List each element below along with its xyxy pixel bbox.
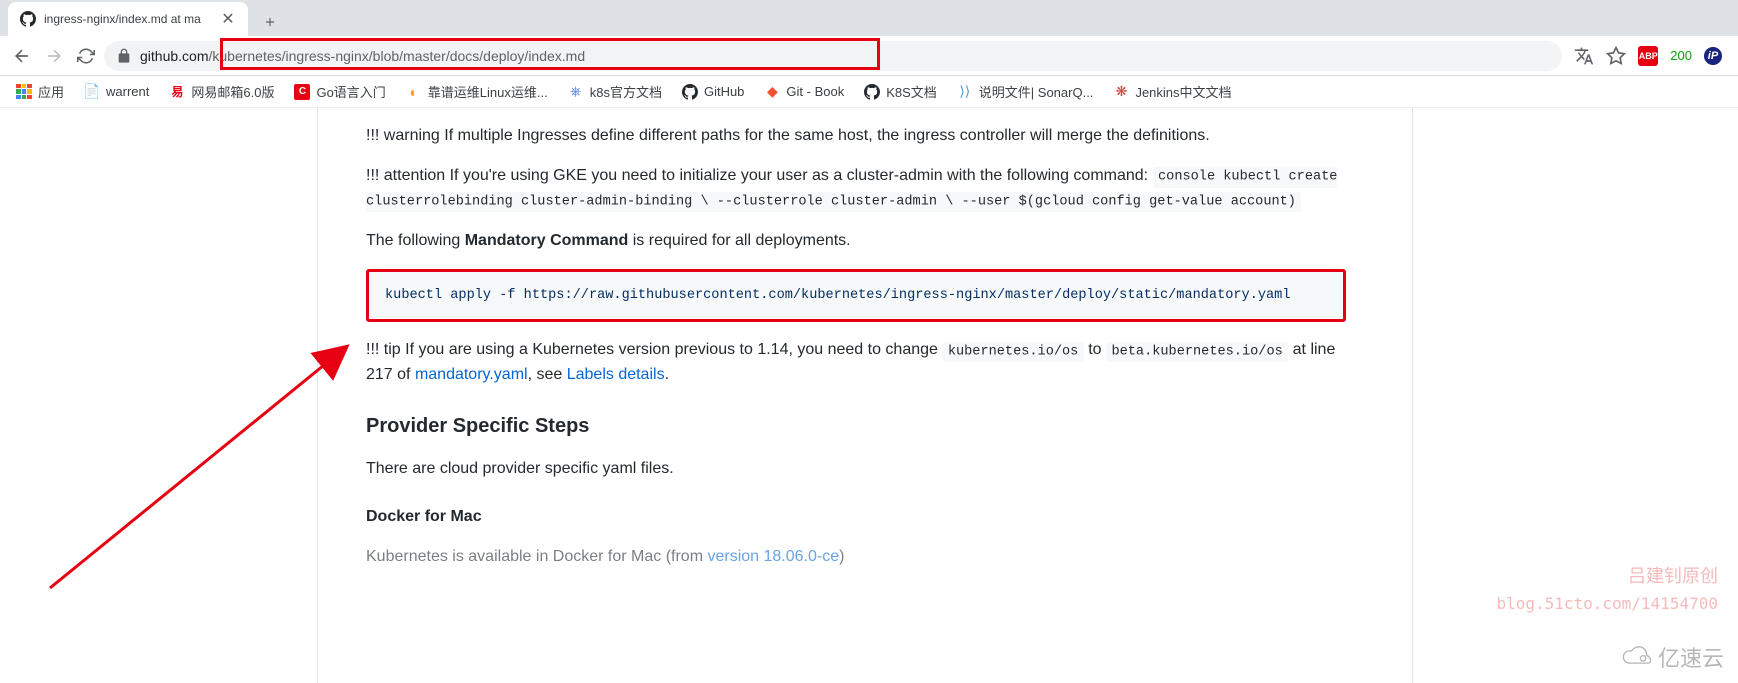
attention-paragraph: !!! attention If you're using GKE you ne… (366, 164, 1346, 213)
k8s-icon: ⎈ (568, 84, 584, 100)
code-text[interactable]: kubectl apply -f https://raw.githubuserc… (385, 288, 1291, 303)
bookmark-jenkins[interactable]: ❋Jenkins中文文档 (1105, 78, 1239, 105)
page-content: !!! warning If multiple Ingresses define… (0, 108, 1738, 683)
github-icon (682, 84, 698, 100)
browser-tab[interactable]: ingress-nginx/index.md at ma ✕ (8, 2, 248, 36)
star-icon[interactable] (1606, 46, 1626, 66)
inline-code: kubernetes.io/os (942, 342, 1083, 362)
tab-title: ingress-nginx/index.md at ma (44, 12, 212, 26)
git-icon: ◆ (764, 84, 780, 100)
link-mandatory-yaml[interactable]: mandatory.yaml (415, 366, 528, 383)
left-rail (0, 108, 318, 683)
netease-icon: 易 (169, 84, 185, 100)
inline-code: beta.kubernetes.io/os (1106, 342, 1288, 362)
tab-bar: ingress-nginx/index.md at ma ✕ (0, 0, 1738, 36)
browser-toolbar: github.com/kubernetes/ingress-nginx/blob… (0, 36, 1738, 76)
toolbar-right: ABP 200 iP (1566, 46, 1730, 66)
code-block-apply: kubectl apply -f https://raw.githubuserc… (366, 269, 1346, 323)
circle-icon: ◐ (406, 84, 422, 100)
bookmark-k8s[interactable]: ⎈k8s官方文档 (560, 78, 670, 105)
close-icon[interactable]: ✕ (220, 11, 236, 27)
github-icon (864, 84, 880, 100)
bookmark-git-book[interactable]: ◆Git - Book (756, 80, 852, 104)
docker-paragraph: Kubernetes is available in Docker for Ma… (366, 545, 1346, 569)
bookmark-github[interactable]: GitHub (674, 80, 752, 104)
bookmark-netease[interactable]: 易网易邮箱6.0版 (161, 78, 282, 105)
c-icon: C (294, 84, 310, 100)
ip-extension-icon[interactable]: iP (1704, 47, 1722, 65)
article-body: !!! warning If multiple Ingresses define… (366, 124, 1346, 569)
link-labels-details[interactable]: Labels details (567, 366, 665, 383)
sonar-icon: ⟩⟩ (957, 84, 973, 100)
apps-button[interactable]: 应用 (8, 78, 72, 105)
page-icon: 📄 (84, 84, 100, 100)
right-rail (1412, 108, 1738, 683)
extension-count: 200 (1670, 48, 1692, 63)
provider-text: There are cloud provider specific yaml f… (366, 457, 1346, 481)
lock-icon (116, 48, 132, 64)
bookmark-linux[interactable]: ◐靠谱运维Linux运维... (398, 78, 556, 105)
heading-docker-mac: Docker for Mac (366, 505, 1346, 529)
annotation-arrow (0, 108, 370, 608)
translate-icon[interactable] (1574, 46, 1594, 66)
heading-provider-steps: Provider Specific Steps (366, 411, 1346, 441)
url-text: github.com/kubernetes/ingress-nginx/blob… (140, 48, 1550, 64)
new-tab-button[interactable] (256, 8, 284, 36)
apps-icon (16, 84, 32, 100)
bookmarks-bar: 应用 📄warrent 易网易邮箱6.0版 CGo语言入门 ◐靠谱运维Linux… (0, 76, 1738, 108)
tip-paragraph: !!! tip If you are using a Kubernetes ve… (366, 338, 1346, 386)
bookmark-warrent[interactable]: 📄warrent (76, 80, 157, 104)
warning-paragraph: !!! warning If multiple Ingresses define… (366, 124, 1346, 148)
back-button[interactable] (8, 42, 36, 70)
address-bar[interactable]: github.com/kubernetes/ingress-nginx/blob… (104, 41, 1562, 71)
github-icon (20, 11, 36, 27)
bookmark-sonarqube[interactable]: ⟩⟩说明文件| SonarQ... (949, 78, 1102, 105)
link-docker-version[interactable]: version 18.06.0-ce (707, 548, 839, 565)
bookmark-go[interactable]: CGo语言入门 (286, 78, 393, 105)
main-column: !!! warning If multiple Ingresses define… (318, 108, 1412, 683)
apps-label: 应用 (38, 82, 64, 101)
jenkins-icon: ❋ (1113, 84, 1129, 100)
reload-button[interactable] (72, 42, 100, 70)
bookmark-k8s-docs[interactable]: K8S文档 (856, 78, 945, 105)
forward-button[interactable] (40, 42, 68, 70)
mandatory-paragraph: The following Mandatory Command is requi… (366, 229, 1346, 253)
abp-icon[interactable]: ABP (1638, 46, 1658, 66)
